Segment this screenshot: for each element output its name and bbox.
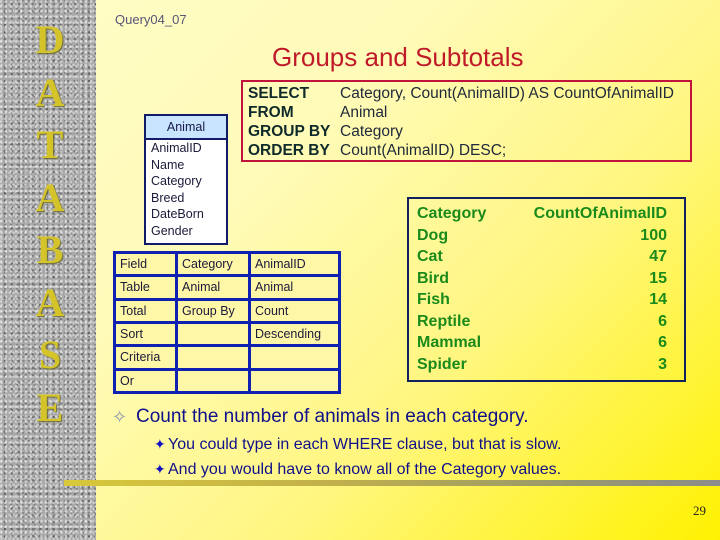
- entity-field[interactable]: AnimalID: [146, 140, 226, 157]
- sidebar-letter: A: [35, 69, 65, 115]
- four-point-star-icon: ✦: [154, 436, 166, 452]
- grid-row-table: Table Animal Animal: [113, 274, 341, 301]
- result-header: Category CountOfAnimalID: [417, 203, 684, 225]
- grid-label: Or: [113, 367, 178, 395]
- bullet-text: And you would have to know all of the Ca…: [168, 460, 562, 478]
- sidebar-letter: D: [35, 17, 65, 62]
- entity-field[interactable]: Name: [146, 157, 226, 174]
- grid-cell[interactable]: AnimalID: [248, 250, 341, 278]
- result-category: Fish: [417, 291, 450, 308]
- result-count: 6: [658, 334, 667, 351]
- grid-cell[interactable]: Group By: [175, 297, 251, 325]
- grid-cell[interactable]: Count: [248, 297, 341, 325]
- entity-field[interactable]: Category: [146, 173, 226, 190]
- result-category: Cat: [417, 248, 443, 265]
- grid-label: Sort: [113, 320, 178, 348]
- query-design-grid: Field Category AnimalID Table Animal Ani…: [113, 250, 341, 395]
- grid-row-total: Total Group By Count: [113, 297, 341, 325]
- grid-row-sort: Sort Descending: [113, 320, 341, 348]
- grid-row-or: Or: [113, 367, 341, 395]
- result-category: Reptile: [417, 312, 471, 330]
- sidebar-letter: S: [38, 332, 62, 377]
- result-count: 100: [640, 226, 667, 244]
- result-row: Cat 47: [417, 246, 684, 268]
- sidebar-letter: A: [35, 174, 65, 220]
- result-row: Bird 15: [417, 268, 684, 290]
- result-category: Dog: [417, 226, 449, 244]
- result-count: 14: [649, 291, 667, 308]
- bullet-text: Count the number of animals in each cate…: [136, 406, 529, 427]
- sql-line: ORDER BY Count(AnimalID) DESC;: [243, 141, 690, 160]
- grid-row-criteria: Criteria: [113, 344, 341, 371]
- grid-row-field: Field Category AnimalID: [113, 250, 341, 278]
- grid-cell[interactable]: [175, 367, 251, 395]
- sidebar-letter: B: [36, 227, 64, 272]
- grid-cell[interactable]: [175, 320, 251, 348]
- entity-title: Animal: [146, 116, 226, 140]
- result-category: Mammal: [417, 334, 482, 351]
- sql-statement: SELECT Category, Count(AnimalID) AS Coun…: [241, 80, 692, 162]
- granite-sidebar: D A T A B A S E: [0, 0, 96, 540]
- grid-cell[interactable]: Animal: [175, 274, 251, 301]
- bullet-list: ✧ Count the number of animals in each ca…: [112, 402, 561, 482]
- bullet-sub: ✦ You could type in each WHERE clause, b…: [154, 432, 561, 457]
- sql-clause: Animal: [340, 104, 388, 121]
- entity-field[interactable]: Gender: [146, 223, 226, 240]
- grid-cell[interactable]: [248, 344, 341, 371]
- result-header-count: CountOfAnimalID: [533, 205, 667, 222]
- result-count: 47: [649, 248, 667, 265]
- sql-keyword: SELECT: [248, 85, 310, 102]
- query-name: Query04_07: [115, 12, 187, 27]
- sql-clause: Category, Count(AnimalID) AS CountOfAnim…: [340, 85, 674, 102]
- grid-label: Total: [113, 297, 178, 325]
- bullet-main: ✧ Count the number of animals in each ca…: [112, 402, 561, 432]
- entity-field[interactable]: DateBorn: [146, 206, 226, 223]
- grid-cell[interactable]: Animal: [248, 274, 341, 301]
- result-count: 6: [658, 312, 667, 330]
- sql-keyword: ORDER BY: [248, 142, 330, 159]
- result-count: 3: [658, 355, 667, 373]
- entity-field[interactable]: Breed: [146, 190, 226, 207]
- grid-label: Criteria: [113, 344, 178, 371]
- page-number: 29: [693, 503, 706, 518]
- result-row: Mammal 6: [417, 332, 684, 354]
- sql-clause: Count(AnimalID) DESC;: [340, 142, 507, 159]
- sidebar-title: D A T A B A S E: [22, 14, 78, 434]
- sidebar-letter: T: [36, 122, 64, 167]
- result-row: Fish 14: [417, 289, 684, 311]
- sql-clause: Category: [340, 123, 403, 140]
- four-point-star-outline-icon: ✧: [112, 406, 128, 427]
- grid-cell[interactable]: Descending: [248, 320, 341, 348]
- sidebar-letter: A: [35, 279, 65, 325]
- result-row: Reptile 6: [417, 311, 684, 333]
- result-count: 15: [649, 269, 667, 287]
- grid-cell[interactable]: [175, 344, 251, 371]
- result-header-category: Category: [417, 205, 487, 222]
- four-point-star-icon: ✦: [154, 461, 166, 477]
- result-category: Spider: [417, 355, 467, 373]
- sql-line: GROUP BY Category: [243, 122, 690, 141]
- sidebar-letter: E: [36, 384, 64, 430]
- grid-cell[interactable]: Category: [175, 250, 251, 278]
- query-result-table: Category CountOfAnimalID Dog 100 Cat 47 …: [407, 197, 686, 382]
- bullet-text: You could type in each WHERE clause, but…: [168, 435, 562, 453]
- result-row: Spider 3: [417, 354, 684, 376]
- sql-line: FROM Animal: [243, 103, 690, 122]
- slide-title: Groups and Subtotals: [272, 42, 524, 72]
- sql-line: SELECT Category, Count(AnimalID) AS Coun…: [243, 84, 690, 103]
- grid-label: Table: [113, 274, 178, 301]
- result-category: Bird: [417, 269, 449, 287]
- table-entity-animal[interactable]: Animal AnimalID Name Category Breed Date…: [144, 114, 228, 245]
- sql-keyword: FROM: [248, 104, 294, 121]
- grid-label: Field: [113, 250, 178, 278]
- bullet-sub: ✦ And you would have to know all of the …: [154, 457, 561, 482]
- result-row: Dog 100: [417, 225, 684, 247]
- sql-keyword: GROUP BY: [248, 123, 331, 140]
- grid-cell[interactable]: [248, 367, 341, 395]
